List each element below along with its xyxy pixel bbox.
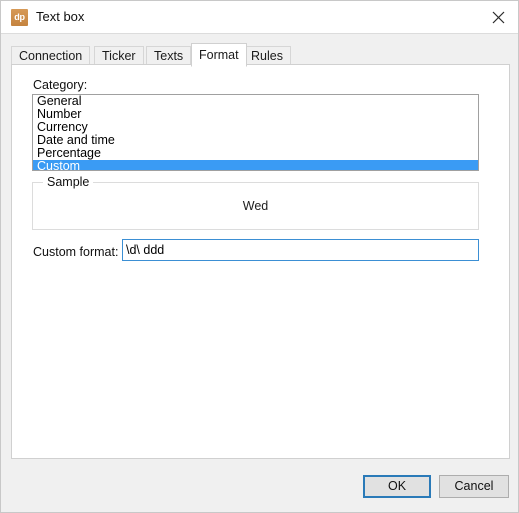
- ok-button[interactable]: OK: [363, 475, 431, 498]
- tab-ticker[interactable]: Ticker: [94, 46, 144, 65]
- window-title: Text box: [36, 9, 85, 24]
- list-item[interactable]: Percentage: [33, 147, 478, 160]
- sample-legend: Sample: [43, 175, 94, 189]
- app-icon-dp: dp: [11, 9, 28, 26]
- title-bar: dp Text box: [1, 1, 518, 34]
- custom-format-label: Custom format:: [33, 245, 119, 259]
- close-icon[interactable]: [476, 1, 518, 33]
- sample-groupbox: Sample Wed: [32, 175, 479, 230]
- sample-value: Wed: [242, 199, 269, 213]
- text-box-dialog: dp Text box Connection Ticker Texts Form…: [0, 0, 519, 513]
- list-item[interactable]: Number: [33, 108, 478, 121]
- tab-strip: Connection Ticker Texts Format Rules: [11, 43, 510, 67]
- category-listbox[interactable]: General Number Currency Date and time Pe…: [32, 94, 479, 171]
- tab-texts[interactable]: Texts: [146, 46, 192, 65]
- format-tab-panel: Category: General Number Currency Date a…: [11, 64, 510, 459]
- tab-connection[interactable]: Connection: [11, 46, 91, 65]
- tab-rules[interactable]: Rules: [243, 46, 291, 65]
- custom-format-input[interactable]: [122, 239, 479, 261]
- list-item[interactable]: General: [33, 95, 478, 108]
- list-item-selected[interactable]: Custom: [33, 160, 478, 170]
- category-label: Category:: [33, 78, 88, 92]
- tab-format[interactable]: Format: [191, 43, 247, 67]
- cancel-button[interactable]: Cancel: [439, 475, 509, 498]
